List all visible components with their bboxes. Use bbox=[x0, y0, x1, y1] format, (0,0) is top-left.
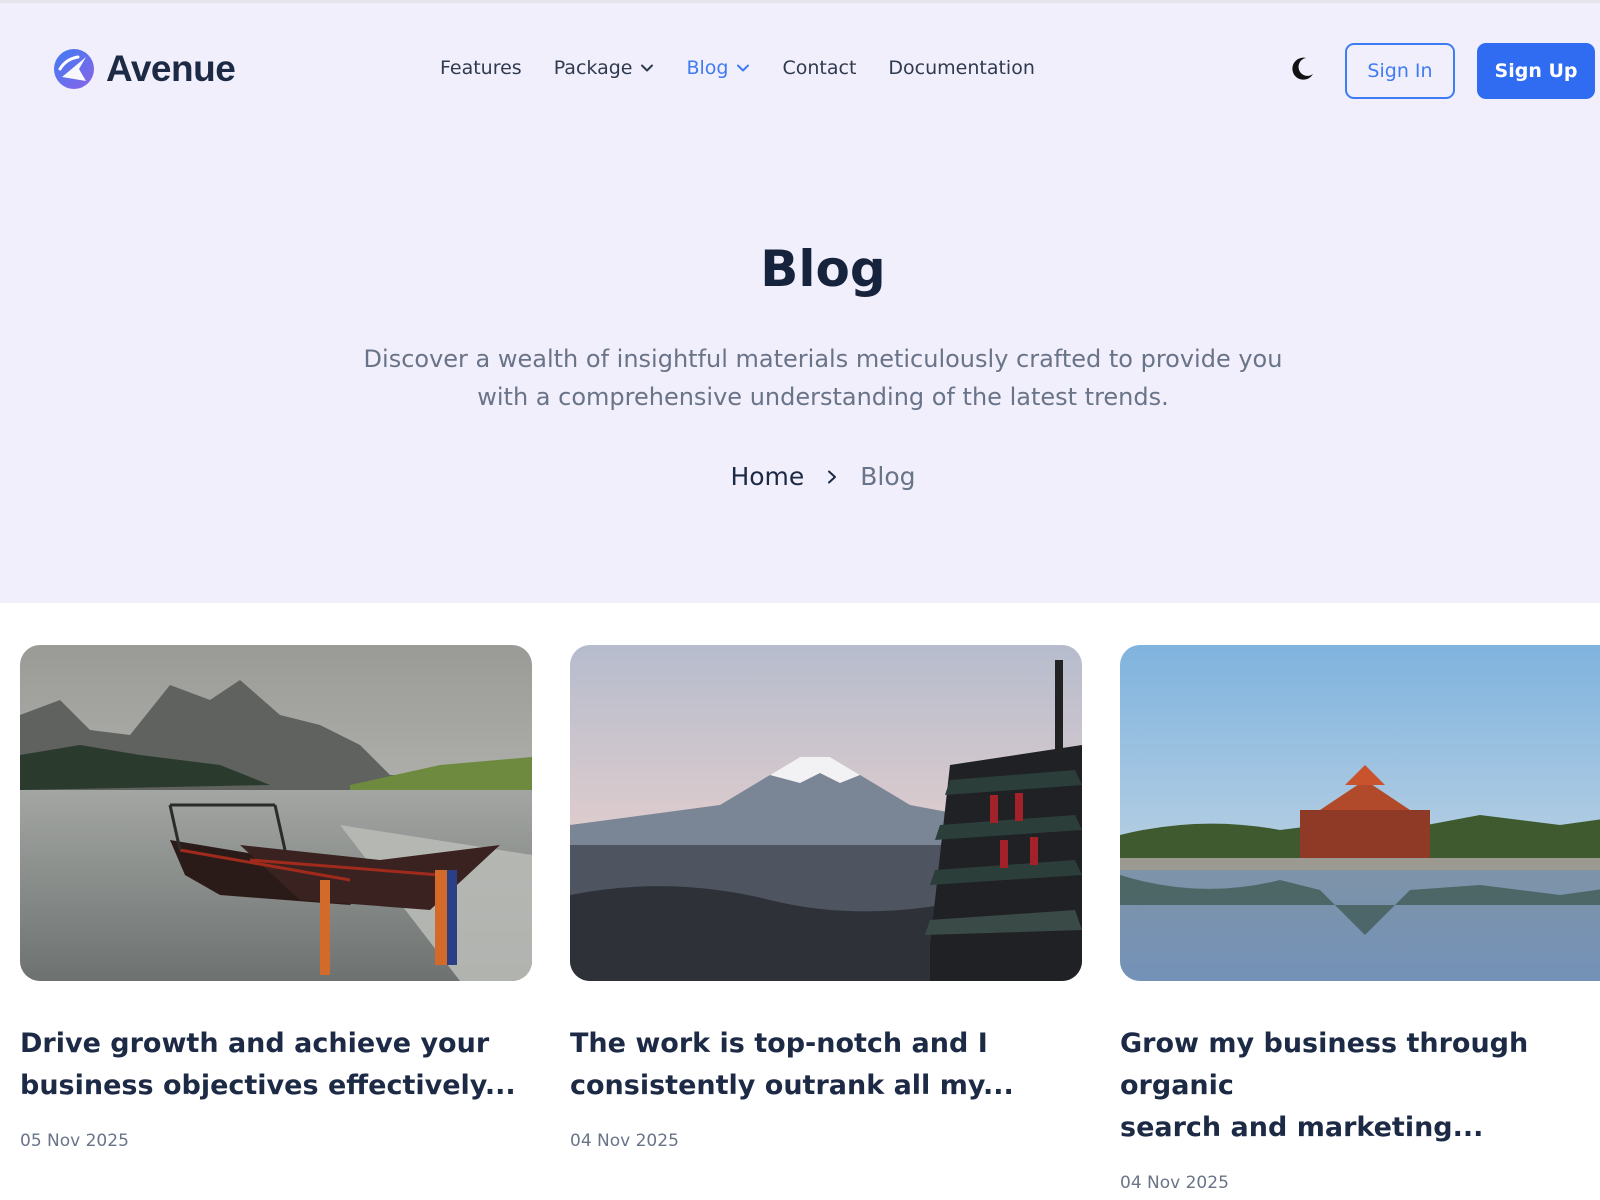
nav-item-label: Contact bbox=[782, 57, 857, 79]
breadcrumb-home-link[interactable]: Home bbox=[730, 462, 804, 491]
sign-in-button[interactable]: Sign In bbox=[1345, 43, 1455, 99]
post-title-line-2: consistently outrank all my... bbox=[570, 1070, 1014, 1101]
nav-item-label: Blog bbox=[686, 57, 729, 79]
nav-item-contact[interactable]: Contact bbox=[782, 57, 856, 79]
post-title-line-2: search and marketing... bbox=[1120, 1112, 1484, 1143]
nav-item-label: Features bbox=[440, 57, 522, 79]
sign-up-button[interactable]: Sign Up bbox=[1477, 43, 1595, 99]
breadcrumb-current: Blog bbox=[860, 462, 916, 491]
nav-item-package[interactable]: Package bbox=[554, 57, 655, 79]
chevron-down-icon bbox=[737, 64, 750, 72]
blog-card: Grow my business through organic search … bbox=[1120, 645, 1600, 1193]
post-image[interactable] bbox=[1120, 645, 1600, 981]
post-image[interactable] bbox=[20, 645, 532, 981]
moon-icon[interactable] bbox=[1288, 55, 1316, 83]
post-title[interactable]: The work is top-notch and I consistently… bbox=[570, 1023, 1090, 1107]
description-line-1: Discover a wealth of insightful material… bbox=[363, 345, 1283, 373]
nav-item-features[interactable]: Features bbox=[440, 57, 522, 79]
logo-icon bbox=[54, 49, 94, 89]
page-description: Discover a wealth of insightful material… bbox=[323, 340, 1323, 416]
nav-item-label: Package bbox=[553, 57, 633, 79]
brand-logo[interactable]: Avenue bbox=[52, 47, 236, 91]
blog-card: Drive growth and achieve your business o… bbox=[20, 645, 532, 1151]
breadcrumb: Home Blog bbox=[0, 462, 1600, 491]
blog-card: The work is top-notch and I consistently… bbox=[570, 645, 1082, 1151]
post-date: 04 Nov 2025 bbox=[1120, 1173, 1229, 1193]
post-title-line-1: Grow my business through organic bbox=[1120, 1028, 1529, 1101]
chevron-down-icon bbox=[641, 64, 654, 72]
post-title[interactable]: Grow my business through organic search … bbox=[1120, 1023, 1600, 1149]
nav-item-documentation[interactable]: Documentation bbox=[888, 57, 1034, 79]
description-line-2: with a comprehensive understanding of th… bbox=[477, 383, 1169, 411]
post-title-line-2: business objectives effectively... bbox=[20, 1070, 516, 1101]
post-date: 04 Nov 2025 bbox=[570, 1131, 679, 1151]
post-title-line-1: Drive growth and achieve your bbox=[20, 1028, 490, 1059]
post-image[interactable] bbox=[570, 645, 1082, 981]
nav-item-blog[interactable]: Blog bbox=[686, 57, 750, 79]
post-title-line-1: The work is top-notch and I bbox=[570, 1028, 988, 1059]
chevron-right-icon bbox=[828, 470, 837, 483]
page-title: Blog bbox=[760, 240, 886, 298]
post-title[interactable]: Drive growth and achieve your business o… bbox=[20, 1023, 540, 1107]
nav-item-label: Documentation bbox=[888, 57, 1035, 79]
brand-name: Avenue bbox=[106, 48, 236, 89]
main-nav: Features Package Blog Contact Documentat… bbox=[440, 57, 1067, 79]
post-date: 05 Nov 2025 bbox=[20, 1131, 129, 1151]
